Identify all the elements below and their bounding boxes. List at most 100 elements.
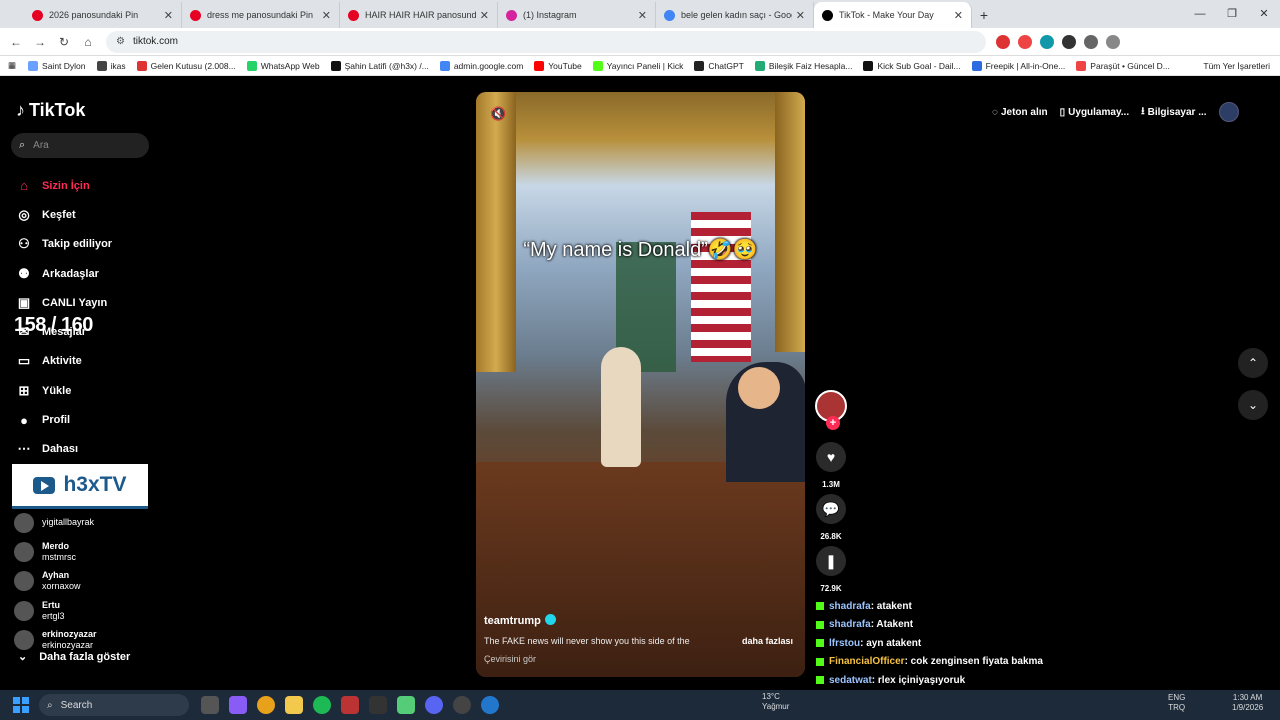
extension-icon[interactable] [1040, 34, 1054, 49]
bookmark-label: ChatGPT [708, 60, 744, 71]
puzzle-icon[interactable] [1084, 34, 1098, 49]
chevron-up-icon[interactable]: ⌃ [1238, 348, 1268, 378]
search-input[interactable]: ⌕ Ara [11, 133, 149, 158]
system-clock[interactable]: 1:30 AM 1/9/2026 [1232, 693, 1263, 713]
bookmark-item[interactable]: Freepik | All-in-One... [971, 60, 1065, 71]
discord-icon[interactable] [425, 696, 443, 714]
bookmark-item[interactable]: Saint Dylon [28, 60, 86, 71]
minimize-button[interactable]: — [1184, 0, 1216, 28]
following-account[interactable]: Ayhan xornaxow [14, 567, 97, 596]
show-more-button[interactable]: ⌄ Daha fazla göster [18, 650, 130, 664]
bookmark-item[interactable]: ikas [96, 60, 126, 71]
back-icon[interactable]: ← [4, 35, 28, 49]
browser-tab[interactable]: TikTok - Make Your Day ✕ [814, 2, 972, 28]
reload-icon[interactable]: ↻ [52, 35, 76, 49]
weather-temp: 13°C [762, 692, 780, 701]
bookmark-item[interactable]: Bileşik Faiz Hesapla... [754, 60, 852, 71]
comment-count: 26.8K [820, 532, 842, 541]
translate-link[interactable]: Çevirisini gör [484, 654, 536, 664]
extension-icon[interactable] [1062, 34, 1076, 49]
chrome-icon[interactable] [257, 696, 275, 714]
bookmark-item[interactable]: Paraşüt • Güncel D... [1076, 60, 1170, 71]
nav-item[interactable]: ⚉ Arkadaşlar [14, 259, 112, 288]
close-window-button[interactable]: ✕ [1248, 0, 1280, 28]
spotify-icon[interactable] [313, 696, 331, 714]
close-tab-icon[interactable]: ✕ [322, 9, 331, 22]
kick-badge-icon [816, 602, 824, 611]
new-tab-button[interactable]: + [972, 2, 996, 28]
chevron-down-icon[interactable]: ⌄ [1238, 390, 1268, 420]
app-icon[interactable] [481, 696, 499, 714]
bookmark-label: Kick Sub Goal - Dail... [877, 60, 961, 71]
bookmark-item[interactable]: Yayıncı Paneli | Kick [592, 60, 683, 71]
browser-tab[interactable]: 2026 panosundaki Pin ✕ [24, 2, 182, 28]
app-icon[interactable] [369, 696, 387, 714]
close-tab-icon[interactable]: ✕ [480, 9, 489, 22]
site-info-icon[interactable]: ⚙ [116, 36, 125, 47]
bookmark-item[interactable]: Şahin Latifi (@h3x) /... [330, 60, 429, 71]
taskbar-search[interactable]: ⌕ Search [39, 694, 189, 716]
bookmark-item[interactable]: ChatGPT [694, 60, 744, 71]
user-avatar[interactable] [1218, 102, 1239, 122]
heart-icon[interactable]: ♥ [816, 442, 846, 472]
bookmark-item[interactable]: WhatsApp Web [246, 60, 320, 71]
browser-tab[interactable]: dress me panosundaki Pin ✕ [182, 2, 340, 28]
extension-icon[interactable] [996, 34, 1010, 49]
bookmark-item[interactable]: Kick Sub Goal - Dail... [863, 60, 961, 71]
nav-item[interactable]: ⌂ Sizin İçin [14, 171, 112, 200]
windows-start-icon[interactable] [13, 697, 29, 713]
bookmark-icon[interactable]: ❚ [816, 546, 846, 576]
folder-icon[interactable] [285, 696, 303, 714]
header-action-button[interactable]: ▯ Uygulamay... [1060, 107, 1129, 118]
bookmark-favicon-icon [1076, 60, 1087, 71]
app-icon[interactable] [341, 696, 359, 714]
nav-item[interactable]: ● Profil [14, 405, 112, 434]
bookmark-item[interactable]: YouTube [534, 60, 582, 71]
comment-icon[interactable]: 💬 [816, 494, 846, 524]
nav-item[interactable]: ⊞ Yükle [14, 376, 112, 405]
nav-item[interactable]: ⚇ Takip ediliyor [14, 230, 112, 259]
description-more-link[interactable]: daha fazlası [742, 636, 793, 646]
home-icon: ⌂ [20, 178, 28, 194]
bookmark-item[interactable]: Gelen Kutusu (2.008... [136, 60, 236, 71]
restore-button[interactable]: ❐ [1216, 0, 1248, 28]
following-account[interactable]: Merdo mstmrsc [14, 537, 97, 566]
bookmark-item[interactable]: admin.google.com [439, 60, 523, 71]
nav-item[interactable]: ⋯ Dahası [14, 435, 112, 464]
close-tab-icon[interactable]: ✕ [954, 9, 963, 22]
language-indicator[interactable]: ENG TRQ [1168, 693, 1185, 713]
follow-plus-icon[interactable]: + [826, 416, 840, 430]
video-author[interactable]: teamtrump [484, 614, 556, 627]
live-icon: ▣ [17, 294, 31, 310]
task-view-icon[interactable] [201, 696, 219, 714]
creator-avatar[interactable]: + [815, 390, 847, 430]
browser-tab[interactable]: bele gelen kadın saçı - Google ✕ [656, 2, 814, 28]
close-tab-icon[interactable]: ✕ [796, 9, 805, 22]
browser-tab[interactable]: HAIR HAIR HAIR panosundaki Pin ✕ [340, 2, 498, 28]
copilot-icon[interactable] [229, 696, 247, 714]
close-tab-icon[interactable]: ✕ [164, 9, 173, 22]
browser-tab[interactable]: (1) Instagram ✕ [498, 2, 656, 28]
nav-item[interactable]: ▭ Aktivite [14, 347, 112, 376]
app-icon[interactable] [397, 696, 415, 714]
header-action-button[interactable]: ⭳ Bilgisayar ... [1141, 104, 1206, 121]
nav-item[interactable]: ◎ Keşfet [14, 200, 112, 229]
all-bookmarks[interactable]: Tüm Yer İşaretleri [1203, 61, 1270, 71]
following-account[interactable]: yigitallbayrak [14, 508, 97, 537]
close-tab-icon[interactable]: ✕ [638, 9, 647, 22]
url-field[interactable]: ⚙ tiktok.com [106, 30, 986, 53]
header-action-button[interactable]: ◌ Jeton alın [992, 107, 1048, 118]
home-icon[interactable]: ⌂ [76, 35, 100, 49]
tiktok-logo[interactable]: ♪ TikTok [16, 100, 85, 121]
forward-icon[interactable]: → [28, 35, 52, 49]
like-action: ♥ 1.3M [815, 442, 847, 489]
following-account[interactable]: Ertu ertgl3 [14, 596, 97, 625]
app-icon[interactable] [453, 696, 471, 714]
profile-icon[interactable] [1106, 34, 1120, 49]
weather-widget[interactable]: 13°C Yağmur [762, 692, 789, 712]
video-player[interactable]: 🔇 “My name is Donald”🤣🥹 teamtrump The FA… [476, 92, 805, 677]
volume-icon[interactable]: 🔇 [490, 106, 506, 122]
video-caption-overlay: “My name is Donald”🤣🥹 [523, 239, 758, 261]
apps-icon[interactable]: ▦ [8, 60, 16, 71]
extension-icon[interactable] [1018, 34, 1032, 49]
